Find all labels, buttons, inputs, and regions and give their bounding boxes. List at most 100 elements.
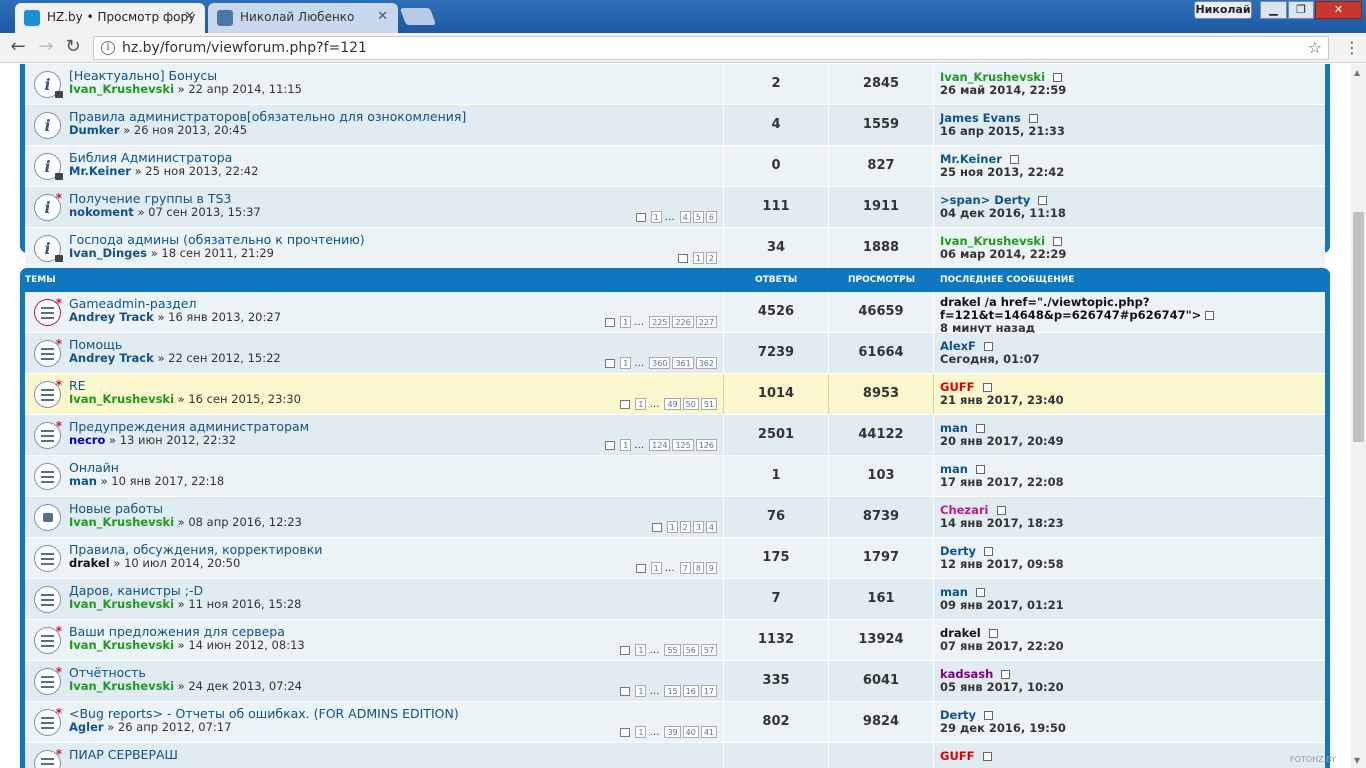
topic-author[interactable]: Ivan_Krushevski [69, 679, 174, 693]
tab-vk[interactable]: Николай Любенко ✕ [208, 3, 398, 33]
topic-title[interactable]: Ваши предложения для сервера [69, 624, 285, 639]
forward-arrow-icon[interactable]: → [35, 37, 57, 59]
view-latest-post-icon[interactable] [984, 547, 994, 556]
page-link[interactable]: 126 [695, 439, 717, 451]
page-link[interactable]: 17 [700, 685, 717, 697]
close-tab-icon[interactable]: ✕ [377, 3, 388, 31]
last-post-author[interactable]: >span> Derty [940, 193, 1030, 207]
page-link[interactable]: 225 [649, 316, 671, 328]
topic-title[interactable]: ПИАР СЕРВЕРАШ [69, 747, 178, 762]
topic-author[interactable]: Ivan_Krushevski [69, 515, 174, 529]
page-link[interactable]: 41 [700, 726, 717, 738]
last-post-author[interactable]: GUFF [940, 749, 975, 763]
page-link[interactable]: 1 [635, 685, 647, 697]
view-latest-post-icon[interactable] [996, 506, 1006, 515]
view-latest-post-icon[interactable] [983, 342, 993, 351]
topic-author[interactable]: Andrey Track [69, 351, 154, 365]
topic-title[interactable]: Даров, канистры ;-D [69, 583, 203, 598]
page-scrollbar[interactable]: ▲ ▼ [1351, 64, 1366, 768]
scroll-down-icon[interactable]: ▼ [1354, 756, 1360, 765]
last-post-author[interactable]: man [940, 585, 968, 599]
page-link[interactable]: 9 [705, 562, 717, 574]
page-link[interactable]: 40 [682, 726, 699, 738]
view-latest-post-icon[interactable] [975, 465, 985, 474]
page-link[interactable]: 4 [679, 211, 691, 223]
topic-title[interactable]: Помощь [69, 337, 122, 352]
topic-author[interactable]: Ivan_Krushevski [69, 638, 174, 652]
view-latest-post-icon[interactable] [1028, 114, 1038, 123]
last-post-author[interactable]: drakel [940, 295, 981, 309]
topic-title[interactable]: Получение группы в TS3 [69, 191, 231, 206]
topic-title[interactable]: Онлайн [69, 460, 119, 475]
topic-author[interactable]: drakel [69, 556, 110, 570]
page-link[interactable]: 1 [650, 211, 662, 223]
view-latest-post-icon[interactable] [1205, 311, 1215, 320]
last-post-author[interactable]: Derty [940, 708, 976, 722]
view-latest-post-icon[interactable] [988, 629, 998, 638]
page-link[interactable]: 361 [672, 357, 694, 369]
page-link[interactable]: 56 [682, 644, 699, 656]
menu-icon[interactable]: ⋮ [1343, 38, 1361, 58]
close-window-icon[interactable]: ✕ [1315, 1, 1362, 19]
page-link[interactable]: 8 [692, 562, 704, 574]
page-link[interactable]: 1 [650, 562, 662, 574]
scrollbar-thumb[interactable] [1353, 212, 1364, 442]
page-link[interactable]: 1 [666, 521, 678, 533]
view-latest-post-icon[interactable] [1009, 155, 1019, 164]
minimize-icon[interactable]: ▁ [1260, 1, 1287, 19]
new-tab-button[interactable] [399, 8, 437, 25]
page-link[interactable]: 124 [649, 439, 671, 451]
topic-author[interactable]: necro [69, 433, 105, 447]
scroll-up-icon[interactable]: ▲ [1354, 68, 1360, 77]
last-post-author[interactable]: Ivan_Krushevski [940, 70, 1045, 84]
page-link[interactable]: 57 [700, 644, 717, 656]
page-link[interactable]: 49 [664, 398, 681, 410]
view-latest-post-icon[interactable] [1001, 670, 1011, 679]
page-link[interactable]: 4 [705, 521, 717, 533]
view-latest-post-icon[interactable] [982, 752, 992, 761]
topic-author[interactable]: Andrey Track [69, 310, 154, 324]
page-link[interactable]: 16 [682, 685, 699, 697]
page-link[interactable]: 7 [679, 562, 691, 574]
last-post-author[interactable]: Chezari [940, 503, 989, 517]
bookmark-star-icon[interactable]: ☆ [1308, 37, 1322, 59]
last-post-author[interactable]: James Evans [940, 111, 1021, 125]
page-link[interactable]: 39 [664, 726, 681, 738]
last-post-author[interactable]: drakel [940, 626, 981, 640]
page-link[interactable]: 55 [664, 644, 681, 656]
page-link[interactable]: 1 [620, 316, 632, 328]
page-link[interactable]: 3 [692, 521, 704, 533]
page-link[interactable]: 1 [635, 726, 647, 738]
page-link[interactable]: 1 [620, 357, 632, 369]
last-post-author[interactable]: Ivan_Krushevski [940, 234, 1045, 248]
page-link[interactable]: 51 [700, 398, 717, 410]
last-post-author[interactable]: Derty [940, 544, 976, 558]
last-post-author[interactable]: kadsash [940, 667, 993, 681]
page-link[interactable]: 226 [672, 316, 694, 328]
topic-author[interactable]: Ivan_Dinges [69, 246, 147, 260]
topic-author[interactable]: man [69, 474, 97, 488]
last-post-author[interactable]: man [940, 462, 968, 476]
topic-title[interactable]: Правила, обсуждения, корректировки [69, 542, 322, 557]
view-latest-post-icon[interactable] [984, 711, 994, 720]
topic-author[interactable]: nokoment [69, 205, 134, 219]
last-post-author[interactable]: GUFF [940, 380, 975, 394]
page-link[interactable]: 360 [649, 357, 671, 369]
page-link[interactable]: 15 [664, 685, 681, 697]
topic-author[interactable]: Mr.Keiner [69, 164, 131, 178]
page-link[interactable]: 1 [620, 439, 632, 451]
topic-title[interactable]: Gameadmin-раздел [69, 296, 196, 311]
topic-title[interactable]: Новые работы [69, 501, 163, 516]
page-link[interactable]: 1 [635, 398, 647, 410]
topic-title[interactable]: Отчётность [69, 665, 146, 680]
topic-title[interactable]: Господа админы (обязательно к прочтению) [69, 232, 365, 247]
view-latest-post-icon[interactable] [1053, 237, 1063, 246]
topic-title[interactable]: Правила администраторов[обязательно для … [69, 109, 466, 124]
view-latest-post-icon[interactable] [975, 424, 985, 433]
topic-author[interactable]: Ivan_Krushevski [69, 392, 174, 406]
close-tab-icon[interactable]: ✕ [184, 3, 195, 31]
topic-title[interactable]: [Неактуально] Бонусы [69, 68, 217, 83]
view-latest-post-icon[interactable] [1038, 196, 1048, 205]
topic-title[interactable]: Предупреждения администраторам [69, 419, 309, 434]
topic-author[interactable]: Ivan_Krushevski [69, 597, 174, 611]
